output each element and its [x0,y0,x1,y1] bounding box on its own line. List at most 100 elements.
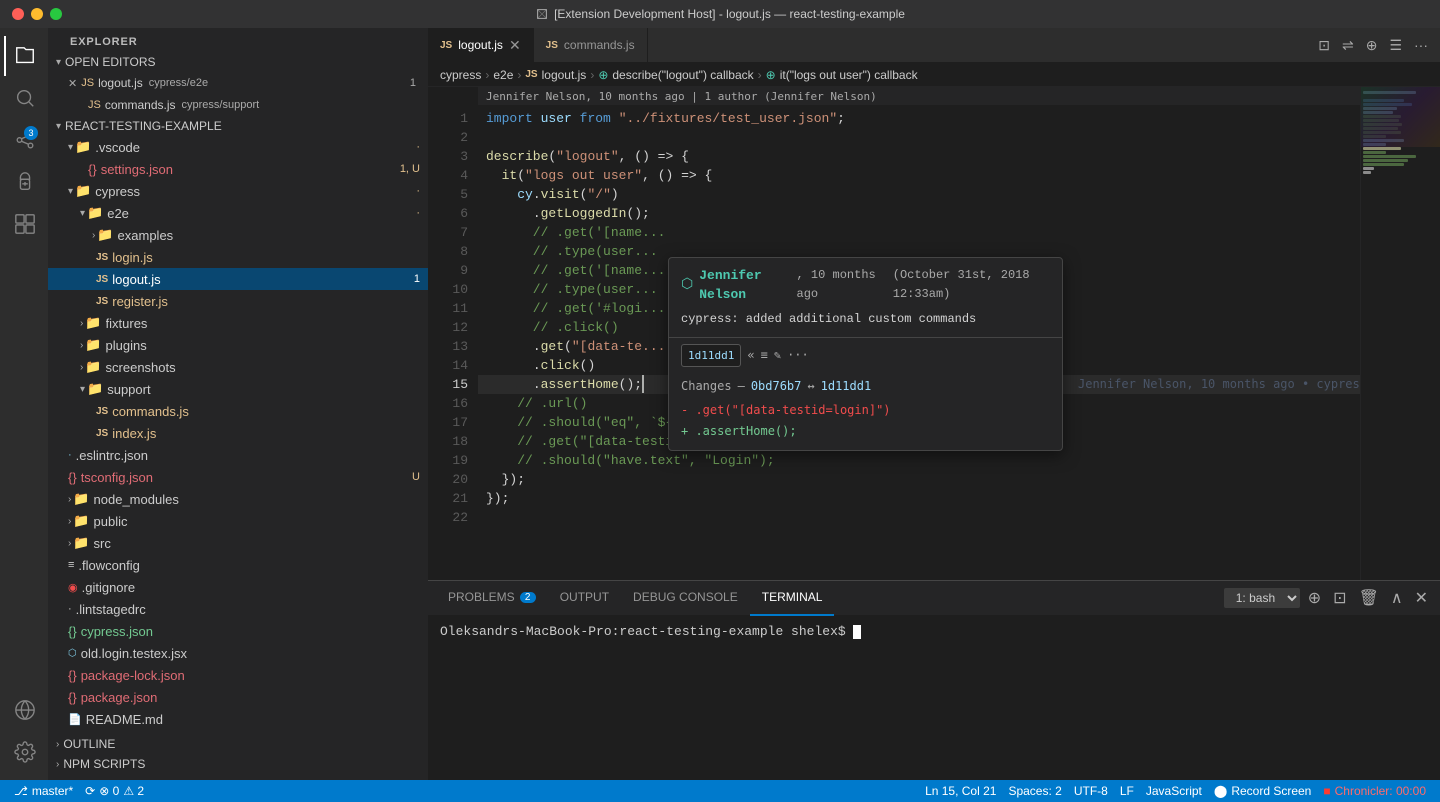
breadcrumb-e2e[interactable]: e2e [493,68,513,82]
status-sync[interactable]: ⟳ ⊗ 0 ⚠ 2 [79,780,150,802]
status-record-screen[interactable]: ⬤ Record Screen [1208,780,1317,802]
source-control-icon[interactable]: 3 [4,120,44,160]
project-header[interactable]: ▾ REACT-TESTING-EXAMPLE [48,116,428,136]
remote-icon[interactable] [4,690,44,730]
tree-item-eslint[interactable]: · .eslintrc.json [48,444,428,466]
breadcrumb-logout[interactable]: logout.js [542,68,587,82]
tree-item-register[interactable]: JS register.js [48,290,428,312]
breadcrumb-describe[interactable]: describe("logout") callback [612,68,753,82]
settings-icon[interactable] [4,732,44,772]
tree-item-settings[interactable]: {} settings.json 1, U [48,158,428,180]
code-editor[interactable]: Jennifer Nelson, 10 months ago | 1 autho… [428,87,1440,580]
tree-item-public[interactable]: › 📁 public [48,510,428,532]
maximize-panel-icon[interactable]: ∧ [1387,586,1407,610]
toggle-panel-icon[interactable]: ☰ [1385,35,1406,56]
status-encoding[interactable]: UTF-8 [1068,780,1114,802]
status-branch[interactable]: ⎇ master* [8,780,79,802]
tree-item-tsconfig[interactable]: {} tsconfig.json U [48,466,428,488]
open-editors-header[interactable]: ▾ OPEN EDITORS [48,52,428,72]
tree-item-screenshots[interactable]: › 📁 screenshots [48,356,428,378]
split-editor-icon[interactable]: ⊡ [1314,35,1334,56]
tree-item-node-modules[interactable]: › 📁 node_modules [48,488,428,510]
folder-icon-4: 📁 [97,227,113,243]
open-editor-logout[interactable]: ✕ JS logout.js cypress/e2e 1 [48,72,428,94]
tree-item-index[interactable]: JS index.js [48,422,428,444]
breadcrumb-cypress[interactable]: cypress [440,68,481,82]
tree-item-package-lock[interactable]: {} package-lock.json [48,664,428,686]
cypress-folder: cypress [95,184,416,199]
code-panel-area: Jennifer Nelson, 10 months ago | 1 autho… [428,87,1440,780]
tree-item-plugins[interactable]: › 📁 plugins [48,334,428,356]
close-icon[interactable]: ✕ [68,77,77,90]
extensions-icon[interactable] [4,204,44,244]
tree-item-cypress-json[interactable]: {} cypress.json [48,620,428,642]
tab-terminal[interactable]: TERMINAL [750,581,835,616]
overflow-icon[interactable]: ··· [1410,35,1432,55]
explorer-icon[interactable] [4,36,44,76]
folder-icon-10: 📁 [73,513,89,529]
tree-item-logout[interactable]: JS logout.js 1 [48,268,428,290]
problems-label: PROBLEMS [448,590,515,604]
status-chronicler[interactable]: ■ Chronicler: 00:00 [1317,780,1432,802]
open-editor-commands[interactable]: JS commands.js cypress/support [48,94,428,116]
tree-item-cypress[interactable]: ▾ 📁 cypress · [48,180,428,202]
tree-item-support[interactable]: ▾ 📁 support [48,378,428,400]
tree-item-old-login[interactable]: ⬡ old.login.testex.jsx [48,642,428,664]
npm-scripts-header[interactable]: › NPM SCRIPTS [48,754,428,774]
hash-tag[interactable]: 1d11dd1 [681,344,741,367]
tree-item-lintstaged[interactable]: · .lintstagedrc [48,598,428,620]
open-changes-icon[interactable]: ⇌ [1338,35,1358,56]
window-controls[interactable] [12,8,62,20]
register-js: register.js [112,294,428,309]
encoding-text: UTF-8 [1074,784,1108,798]
tab-commands[interactable]: JS commands.js [534,28,648,62]
code-line-1: import user from "../fixtures/test_user.… [478,109,1360,128]
tree-item-login[interactable]: JS login.js [48,246,428,268]
tree-item-fixtures[interactable]: › 📁 fixtures [48,312,428,334]
folder-icon-2: 📁 [75,183,91,199]
tab-logout-close[interactable]: ✕ [509,38,521,52]
code-line-2 [478,128,1360,147]
outline-header[interactable]: › OUTLINE [48,734,428,754]
tree-item-commands[interactable]: JS commands.js [48,400,428,422]
search-icon[interactable] [4,78,44,118]
more-actions-icon[interactable]: ⊕ [1362,35,1382,56]
tab-output[interactable]: OUTPUT [548,581,621,616]
status-language[interactable]: JavaScript [1140,780,1208,802]
split-terminal-icon[interactable]: ⊡ [1329,586,1350,610]
terminal-content[interactable]: Oleksandrs-MacBook-Pro:react-testing-exa… [428,616,1440,780]
tree-item-e2e[interactable]: ▾ 📁 e2e · [48,202,428,224]
add-terminal-icon[interactable]: ⊕ [1304,586,1325,610]
tab-problems[interactable]: PROBLEMS 2 [436,581,548,616]
status-line-ending[interactable]: LF [1114,780,1140,802]
status-spaces[interactable]: Spaces: 2 [1002,780,1067,802]
tree-item-gitignore[interactable]: ◉ .gitignore [48,576,428,598]
chevron-right-icon-5: › [80,318,83,329]
tree-item-package-json[interactable]: {} package.json [48,686,428,708]
close-panel-icon[interactable]: ✕ [1411,586,1432,610]
plain-icon: · [68,603,72,615]
code-line-21: }); [478,489,1360,508]
change-del: - .get("[data-testid=login]") [681,400,1050,421]
tree-item-readme[interactable]: 📄 README.md [48,708,428,730]
status-position[interactable]: Ln 15, Col 21 [919,780,1002,802]
delete-terminal-icon[interactable]: 🗑 [1355,586,1383,610]
tree-item-flowconfig[interactable]: ≡ .flowconfig [48,554,428,576]
line-16: 16 [428,394,468,413]
tab-debug-console[interactable]: DEBUG CONSOLE [621,581,750,616]
terminal-shell-select[interactable]: 1: bash [1224,588,1300,608]
breadcrumb-it[interactable]: it("logs out user") callback [780,68,918,82]
minimize-button[interactable] [31,8,43,20]
close-button[interactable] [12,8,24,20]
output-label: OUTPUT [560,590,609,604]
code-content[interactable]: import user from "../fixtures/test_user.… [478,87,1360,580]
code-line-19: // .should("have.text", "Login"); [478,451,1360,470]
e2e-folder: e2e [107,206,416,221]
git-blame-popup: ⬡ Jennifer Nelson , 10 months ago (Octob… [668,257,1063,451]
maximize-button[interactable] [50,8,62,20]
tab-logout[interactable]: JS logout.js ✕ [428,28,534,63]
tree-item-vscode[interactable]: ▾ 📁 .vscode · [48,136,428,158]
tree-item-src[interactable]: › 📁 src [48,532,428,554]
debug-icon[interactable] [4,162,44,202]
tree-item-examples[interactable]: › 📁 examples [48,224,428,246]
